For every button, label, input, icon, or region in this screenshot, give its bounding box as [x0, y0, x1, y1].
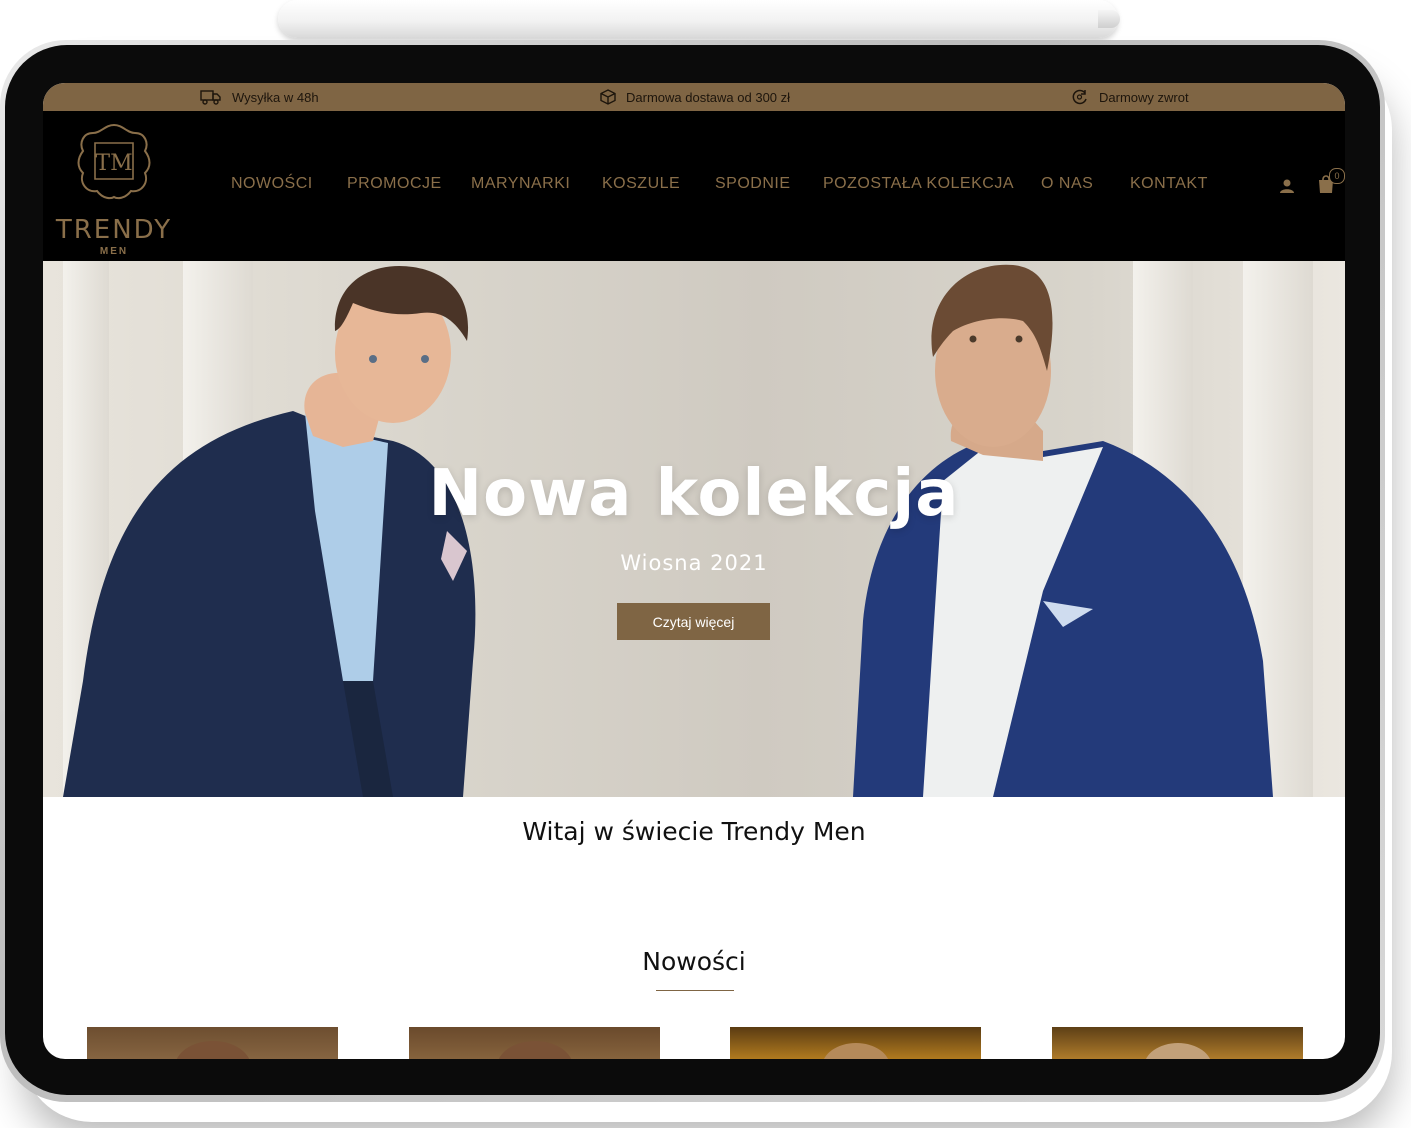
nav-item-marynarki[interactable]: MARYNARKI	[471, 175, 570, 193]
return-icon	[1072, 89, 1087, 105]
nav-item-o-nas[interactable]: O NAS	[1041, 175, 1093, 193]
hero-title: Nowa kolekcja	[428, 457, 960, 531]
product-card[interactable]	[409, 1027, 660, 1059]
product-card[interactable]	[87, 1027, 338, 1059]
new-products-heading: Nowości	[642, 947, 746, 976]
info-shipping-text: Wysyłka w 48h	[232, 89, 319, 105]
product-card[interactable]	[730, 1027, 981, 1059]
site-header: TM TRENDY MEN NOWOŚCI PROMOCJE MARYNARKI…	[43, 111, 1345, 261]
info-free-delivery-text: Darmowa dostawa od 300 zł	[626, 89, 791, 105]
account-button[interactable]	[1279, 178, 1295, 199]
section-divider	[656, 990, 734, 991]
product-image	[823, 1043, 889, 1059]
user-icon	[1280, 179, 1294, 193]
box-icon	[600, 89, 616, 105]
product-image	[498, 1041, 572, 1059]
welcome-heading: Witaj w świecie Trendy Men	[522, 817, 866, 846]
info-free-delivery: Darmowa dostawa od 300 zł	[600, 83, 790, 111]
hero-banner: Nowa kolekcja Wiosna 2021 Czytaj więcej	[43, 261, 1345, 797]
read-more-button[interactable]: Czytaj więcej	[617, 603, 770, 640]
nav-item-pozostala-kolekcja[interactable]: POZOSTAŁA KOLEKCJA	[823, 175, 1014, 193]
product-card[interactable]	[1052, 1027, 1303, 1059]
nav-item-koszule[interactable]: KOSZULE	[602, 175, 680, 193]
tablet-screen: Wysyłka w 48h Darmowa dostawa od 300 zł …	[43, 83, 1345, 1059]
apple-pencil	[278, 0, 1118, 38]
cart-count-badge: 0	[1329, 168, 1345, 184]
info-free-return: Darmowy zwrot	[1071, 83, 1189, 111]
info-free-return-text: Darmowy zwrot	[1099, 89, 1189, 105]
info-bar: Wysyłka w 48h Darmowa dostawa od 300 zł …	[43, 83, 1345, 111]
nav-item-promocje[interactable]: PROMOCJE	[347, 175, 442, 193]
cart-button[interactable]: 0	[1317, 168, 1345, 199]
nav-item-kontakt[interactable]: KONTAKT	[1130, 175, 1208, 193]
main-nav: NOWOŚCI PROMOCJE MARYNARKI KOSZULE SPODN…	[43, 111, 1345, 261]
product-image	[176, 1041, 250, 1059]
truck-icon	[200, 90, 221, 105]
info-shipping: Wysyłka w 48h	[200, 83, 319, 111]
nav-item-nowosci[interactable]: NOWOŚCI	[231, 175, 313, 193]
nav-item-spodnie[interactable]: SPODNIE	[715, 175, 791, 193]
hero-subtitle: Wiosna 2021	[620, 551, 768, 575]
apple-pencil-tip	[1098, 10, 1120, 28]
product-image	[1145, 1043, 1211, 1059]
